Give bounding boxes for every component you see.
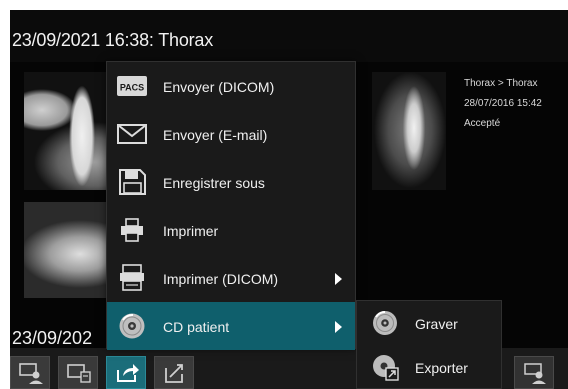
submenu-item-label: Exporter [415,360,468,376]
menu-item-cd-patient[interactable]: CD patient [107,302,355,350]
export-disc-icon [373,355,399,381]
menu-item-send-email[interactable]: Envoyer (E-mail) [107,110,355,158]
printer-icon [121,218,143,242]
menu-item-save-as[interactable]: Enregistrer sous [107,158,355,206]
second-study-title: 23/09/202 [12,328,93,348]
user-settings-button[interactable] [514,356,554,389]
submenu-item-label: Graver [415,316,458,332]
screen: 23/09/2021 16:38: Thorax Thorax > Thorax… [0,0,568,389]
menu-item-label: Enregistrer sous [163,175,265,191]
menu-item-print-dicom[interactable]: Imprimer (DICOM) [107,254,355,302]
export-document-icon [165,364,183,383]
viewer-window: 23/09/2021 16:38: Thorax Thorax > Thorax… [10,10,568,389]
cd-patient-submenu: Graver Exporter [356,300,502,389]
study-header: 23/09/2021 16:38: Thorax [10,10,568,62]
burn-disc-icon [373,310,397,335]
submenu-item-export[interactable]: Exporter [357,345,501,389]
share-icon [117,364,139,382]
study-title: 23/09/2021 16:38: Thorax [12,30,214,50]
floppy-disk-icon [119,169,146,195]
submenu-item-burn[interactable]: Graver [357,301,501,345]
menu-item-print[interactable]: Imprimer [107,206,355,254]
image-metadata: Thorax > Thorax 28/07/2016 15:42 Accepté [464,74,568,134]
export-context-menu: PACS Envoyer (DICOM) Envoyer (E-mail) En… [106,61,356,350]
menu-item-label: Imprimer (DICOM) [163,271,279,287]
envelope-icon [117,124,147,144]
submenu-arrow-icon [335,273,342,285]
submenu-arrow-icon [335,321,342,333]
user-settings-icon [524,363,546,384]
pacs-icon: PACS [117,76,147,96]
patient-transfer-icon [19,363,43,384]
cd-icon [119,313,145,339]
image-date: 28/07/2016 15:42 [464,98,542,109]
export-document-button[interactable] [154,356,194,389]
share-button[interactable] [106,356,146,389]
menu-item-label: Envoyer (DICOM) [163,79,275,95]
screen-print-icon [67,364,91,383]
dicom-printer-icon [120,264,144,291]
image-status: Accepté [464,118,501,129]
menu-item-send-dicom[interactable]: PACS Envoyer (DICOM) [107,62,355,110]
screen-print-button[interactable] [58,356,98,389]
menu-item-label: CD patient [163,319,230,335]
patient-transfer-button[interactable] [10,356,50,389]
menu-item-label: Imprimer [163,223,219,239]
xray-thumbnail-thorax[interactable] [372,72,446,190]
pacs-icon-label: PACS [120,83,144,93]
image-path: Thorax > Thorax [464,78,538,89]
menu-item-label: Envoyer (E-mail) [163,127,268,143]
